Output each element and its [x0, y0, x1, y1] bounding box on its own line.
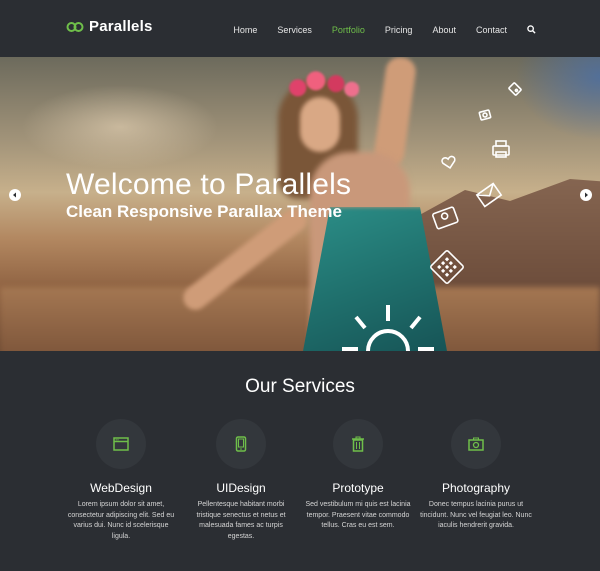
service-card-prototype: Prototype Sed vestibulum mi quis est lac…	[298, 419, 418, 532]
service-card-photography: Photography Donec tempus lacinia purus u…	[416, 419, 536, 532]
camera-icon	[468, 437, 484, 451]
nav-pricing[interactable]: Pricing	[385, 25, 413, 35]
service-icon-circle	[216, 419, 266, 469]
service-title: UIDesign	[216, 481, 266, 495]
chevron-left-icon	[13, 192, 16, 198]
nav-contact[interactable]: Contact	[476, 25, 507, 35]
nav-about[interactable]: About	[432, 25, 456, 35]
top-navbar: Parallels Home Services Portfolio Pricin…	[0, 0, 600, 57]
service-description: Sed vestibulum mi quis est lacinia tempo…	[305, 501, 411, 529]
service-card-webdesign: WebDesign Lorem ipsum dolor sit amet, co…	[61, 419, 181, 542]
printer-icon	[492, 140, 510, 158]
hero-slider: Welcome to Parallels Clean Responsive Pa…	[0, 57, 600, 351]
service-card-uidesign: UIDesign Pellentesque habitant morbi tri…	[181, 419, 301, 542]
service-description: Donec tempus lacinia purus ut tincidunt.…	[420, 501, 532, 529]
service-title: WebDesign	[90, 481, 152, 495]
hero-subtitle: Clean Responsive Parallax Theme	[66, 202, 342, 221]
slider-prev-button[interactable]	[9, 189, 21, 201]
browser-window-icon	[113, 437, 129, 451]
map-pin-icon	[432, 206, 459, 230]
mobile-phone-icon	[235, 436, 247, 452]
envelope-icon	[475, 182, 503, 208]
services-heading: Our Services	[245, 376, 355, 397]
nav-portfolio[interactable]: Portfolio	[332, 25, 365, 35]
sun-icon	[342, 305, 434, 351]
brand-name: Parallels	[89, 18, 153, 35]
hero-title: Welcome to Parallels	[66, 168, 352, 201]
grid-icon	[430, 250, 464, 284]
main-menu: Home Services Portfolio Pricing About Co…	[213, 21, 536, 39]
service-icon-circle	[96, 419, 146, 469]
service-description: Lorem ipsum dolor sit amet, consectetur …	[67, 501, 175, 540]
hero-icon-cluster	[342, 82, 522, 351]
tag-icon	[508, 82, 522, 96]
service-icon-circle	[451, 419, 501, 469]
trash-icon	[352, 436, 364, 452]
search-icon[interactable]	[527, 21, 536, 39]
heart-icon	[441, 155, 456, 169]
nav-home[interactable]: Home	[233, 25, 257, 35]
nav-services[interactable]: Services	[277, 25, 312, 35]
service-icon-circle	[333, 419, 383, 469]
service-title: Photography	[441, 481, 511, 495]
service-title: Prototype	[332, 481, 384, 495]
brand-logo[interactable]: Parallels	[66, 18, 153, 35]
service-description: Pellentesque habitant morbi tristique se…	[196, 501, 286, 540]
photo-icon	[478, 109, 492, 121]
infinity-logo-icon	[66, 21, 84, 32]
